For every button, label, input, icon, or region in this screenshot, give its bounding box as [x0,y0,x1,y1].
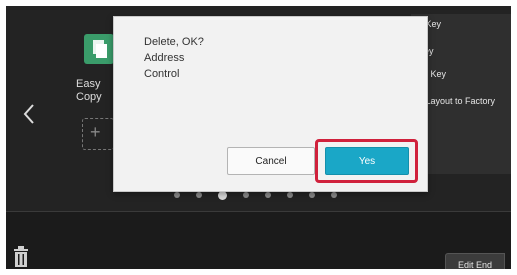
page-dot[interactable] [309,192,315,198]
add-shortcut-slot[interactable]: + [82,118,114,150]
confirm-delete-dialog: Delete, OK? Address Control Cancel Yes [113,16,428,192]
plus-icon: + [90,122,101,142]
bottom-bar [6,211,511,269]
dialog-message-line3: Control [144,68,180,80]
touch-screen: Easy Copy + e Key Key ge Key n Layout to… [6,6,511,269]
easy-copy-app-icon[interactable] [84,34,114,64]
chevron-left-icon[interactable] [20,102,38,126]
dialog-message-line1: Delete, OK? [144,36,204,48]
app-label-line1: Easy [76,78,101,90]
page-dot[interactable] [243,192,249,198]
yes-button[interactable]: Yes [325,147,409,175]
dialog-message-line2: Address [144,52,185,64]
device-frame: Easy Copy + e Key Key ge Key n Layout to… [0,0,517,275]
copy-icon [93,40,107,58]
page-dot[interactable] [287,192,293,198]
app-label-line2: Copy [76,91,102,103]
page-dot[interactable] [174,192,180,198]
trash-icon[interactable] [12,245,30,269]
page-dot[interactable] [265,192,271,198]
easy-copy-label: Easy Copy [76,78,116,104]
menu-item-4[interactable]: n Layout to Factory [418,96,495,106]
page-dot[interactable] [196,192,202,198]
cancel-button[interactable]: Cancel [227,147,315,175]
page-dot[interactable] [331,192,337,198]
edit-end-button[interactable]: Edit End [445,253,505,269]
